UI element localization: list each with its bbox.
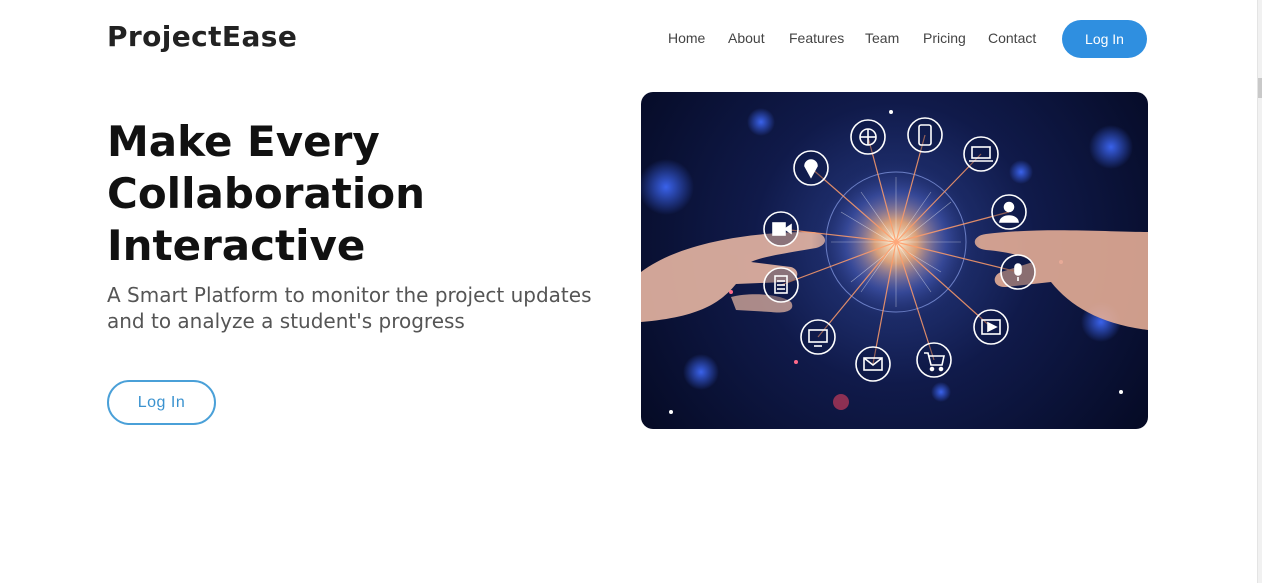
- globe-icon: [850, 119, 886, 155]
- nav-team[interactable]: Team: [865, 30, 899, 46]
- hero-subtitle-line: A Smart Platform to monitor the project …: [107, 283, 592, 307]
- video-camera-icon: [763, 211, 799, 247]
- microphone-icon: [1000, 254, 1036, 290]
- header-login-button[interactable]: Log In: [1062, 20, 1147, 58]
- user-icon: [991, 194, 1027, 230]
- hand-left: [641, 232, 826, 322]
- nav-home[interactable]: Home: [668, 30, 705, 46]
- hero-subtitle: A Smart Platform to monitor the project …: [107, 282, 627, 334]
- nav-about[interactable]: About: [728, 30, 765, 46]
- nav-features[interactable]: Features: [789, 30, 844, 46]
- location-pin-icon: [793, 150, 829, 186]
- hero-subtitle-line: and to analyze a student's progress: [107, 309, 465, 333]
- nav-contact[interactable]: Contact: [988, 30, 1036, 46]
- hero-title-line: Make Every: [107, 117, 380, 166]
- scrollbar-thumb[interactable]: [1258, 78, 1262, 98]
- laptop-icon: [963, 136, 999, 172]
- hero-login-button[interactable]: Log In: [107, 380, 216, 425]
- scrollbar[interactable]: [1257, 0, 1262, 583]
- document-icon: [763, 267, 799, 303]
- hero-title: Make Every Collaboration Interactive: [107, 116, 567, 272]
- nav-pricing[interactable]: Pricing: [923, 30, 966, 46]
- network-illustration: [641, 108, 1148, 414]
- monitor-icon: [800, 319, 836, 355]
- mail-icon: [855, 346, 891, 382]
- hero-title-line: Collaboration: [107, 169, 426, 218]
- mobile-icon: [907, 117, 943, 153]
- play-icon: [973, 309, 1009, 345]
- shopping-cart-icon: [916, 342, 952, 378]
- hero-title-line: Interactive: [107, 221, 366, 270]
- brand-logo[interactable]: ProjectEase: [107, 20, 297, 53]
- hero-image: [641, 92, 1148, 429]
